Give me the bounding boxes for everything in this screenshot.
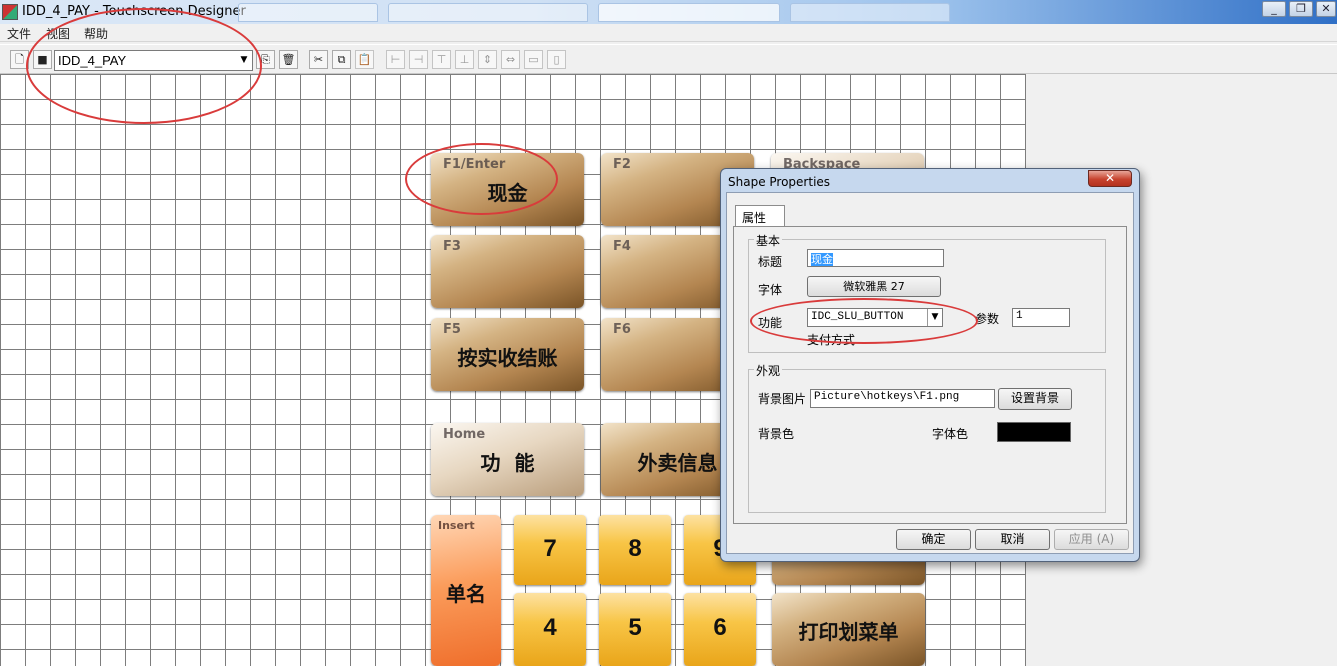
- basic-group: 基本 标题 现金 字体 微软雅黑 27 功能 IDC_SLU_BUTTON ▼ …: [748, 232, 1106, 353]
- hotkey-key-label: F3: [443, 239, 461, 254]
- center-vertical-icon[interactable]: ⇕: [478, 50, 497, 69]
- align-right-icon[interactable]: ⊣: [409, 50, 428, 69]
- appearance-group-label: 外观: [754, 362, 783, 379]
- set-background-button[interactable]: 设置背景: [998, 388, 1072, 410]
- app-icon: [2, 4, 18, 20]
- apply-button[interactable]: 应用 (A): [1054, 529, 1129, 550]
- chevron-down-icon[interactable]: ▼: [236, 51, 252, 70]
- dialog-title: Shape Properties: [728, 175, 831, 189]
- hotkey-key-label: F5: [443, 322, 461, 337]
- chevron-down-icon[interactable]: ▼: [927, 309, 942, 326]
- hotkey-caption: 现金: [487, 181, 528, 205]
- param-label: 参数: [975, 312, 1000, 326]
- same-height-icon[interactable]: ▯: [547, 50, 566, 69]
- close-icon[interactable]: ✕: [1088, 170, 1132, 187]
- shape-properties-dialog: Shape Properties ✕ 属性 基本 标题 现金 字体 微软雅黑 2…: [720, 168, 1140, 562]
- hotkey-key-label: F2: [613, 157, 631, 172]
- keypad-digit: 4: [543, 614, 557, 641]
- title-input-value: 现金: [811, 253, 833, 266]
- menu-help[interactable]: 帮助: [84, 25, 108, 42]
- keypad-digit: 5: [628, 614, 642, 641]
- delete-icon[interactable]: 🗑: [279, 50, 298, 69]
- cancel-button[interactable]: 取消: [975, 529, 1050, 550]
- basic-group-label: 基本: [754, 232, 783, 249]
- menu-bar: 文件 视图 帮助: [0, 24, 1337, 42]
- hotkey-key-label: Insert: [438, 519, 475, 532]
- paste-icon[interactable]: 📋: [355, 50, 374, 69]
- cut-icon[interactable]: ✂: [309, 50, 328, 69]
- background-browser-tab: [598, 3, 780, 22]
- function-select[interactable]: IDC_SLU_BUTTON ▼: [807, 308, 943, 327]
- new-icon[interactable]: 🗋: [10, 50, 29, 69]
- hotkey-key-label: F4: [613, 239, 631, 254]
- save-icon[interactable]: ■: [33, 50, 52, 69]
- hotkey-print-dish-list[interactable]: 打印划菜单: [772, 593, 925, 666]
- close-window-button[interactable]: ✕: [1316, 1, 1336, 17]
- function-select-value: IDC_SLU_BUTTON: [811, 311, 904, 323]
- keypad-digit: 8: [628, 535, 642, 562]
- bg-color-label: 背景色: [758, 427, 795, 441]
- hotkey-key-label: F6: [613, 322, 631, 337]
- keypad-5[interactable]: 5: [599, 593, 671, 666]
- same-width-icon[interactable]: ▭: [524, 50, 543, 69]
- font-label: 字体: [758, 283, 783, 297]
- keypad-digit: 7: [543, 535, 557, 562]
- align-top-icon[interactable]: ⊤: [432, 50, 451, 69]
- font-color-label: 字体色: [932, 427, 969, 441]
- bg-image-label: 背景图片: [758, 392, 807, 406]
- hotkey-caption: 功 能: [480, 451, 535, 475]
- font-button[interactable]: 微软雅黑 27: [807, 276, 941, 297]
- window-title: IDD_4_PAY - Touchscreen Designer: [22, 4, 246, 19]
- bg-image-input[interactable]: Picture\hotkeys\F1.png: [810, 389, 995, 408]
- hotkey-caption: 单名: [446, 582, 486, 606]
- hotkey-checkout-by-received[interactable]: F5 按实收结账: [431, 318, 584, 391]
- appearance-group: 外观 背景图片 Picture\hotkeys\F1.png 设置背景 背景色 …: [748, 362, 1106, 513]
- background-browser-tab: [388, 3, 588, 22]
- screen-select-value: IDD_4_PAY: [58, 53, 127, 68]
- hotkey-key-label: Home: [443, 427, 486, 442]
- hotkey-cash[interactable]: F1/Enter 现金: [431, 153, 584, 226]
- menu-view[interactable]: 视图: [46, 25, 70, 42]
- tab-panel: 基本 标题 现金 字体 微软雅黑 27 功能 IDC_SLU_BUTTON ▼ …: [733, 226, 1127, 524]
- import-icon[interactable]: ⎘: [256, 50, 275, 69]
- title-label: 标题: [758, 255, 783, 269]
- minimize-button[interactable]: _: [1262, 1, 1286, 17]
- hotkey-order-name[interactable]: Insert 单名: [431, 515, 501, 666]
- param-input[interactable]: 1: [1012, 308, 1070, 327]
- keypad-digit: 6: [713, 614, 727, 641]
- hotkey-function[interactable]: Home 功 能: [431, 423, 584, 496]
- center-horizontal-icon[interactable]: ⇔: [501, 50, 520, 69]
- screen-select[interactable]: IDD_4_PAY ▼: [54, 50, 253, 71]
- tab-properties[interactable]: 属性: [735, 205, 785, 227]
- restore-button[interactable]: ❐: [1289, 1, 1313, 17]
- keypad-6[interactable]: 6: [684, 593, 756, 666]
- background-browser-tab: [790, 3, 950, 22]
- copy-icon[interactable]: ⧉: [332, 50, 351, 69]
- function-label: 功能: [758, 316, 783, 330]
- keypad-8[interactable]: 8: [599, 515, 671, 585]
- hotkey-caption: 按实收结账: [457, 346, 558, 370]
- title-bar: IDD_4_PAY - Touchscreen Designer _ ❐ ✕: [0, 0, 1337, 24]
- hotkey-key-label: F1/Enter: [443, 157, 506, 172]
- keypad-4[interactable]: 4: [514, 593, 586, 666]
- font-color-swatch[interactable]: [997, 422, 1071, 442]
- ok-button[interactable]: 确定: [896, 529, 971, 550]
- background-browser-tab: [238, 3, 378, 22]
- dialog-body: 属性 基本 标题 现金 字体 微软雅黑 27 功能 IDC_SLU_BUTTON…: [726, 192, 1134, 554]
- align-bottom-icon[interactable]: ⊥: [455, 50, 474, 69]
- toolbar: 🗋 ■ IDD_4_PAY ▼ ⎘ 🗑 ✂ ⧉ 📋 ⊢ ⊣ ⊤ ⊥ ⇕ ⇔ ▭ …: [0, 44, 1337, 74]
- title-input[interactable]: 现金: [807, 249, 944, 267]
- function-description: 支付方式: [807, 333, 856, 347]
- keypad-7[interactable]: 7: [514, 515, 586, 585]
- align-left-icon[interactable]: ⊢: [386, 50, 405, 69]
- menu-file[interactable]: 文件: [7, 25, 31, 42]
- hotkey-f3[interactable]: F3: [431, 235, 584, 308]
- hotkey-caption: 打印划菜单: [798, 620, 899, 644]
